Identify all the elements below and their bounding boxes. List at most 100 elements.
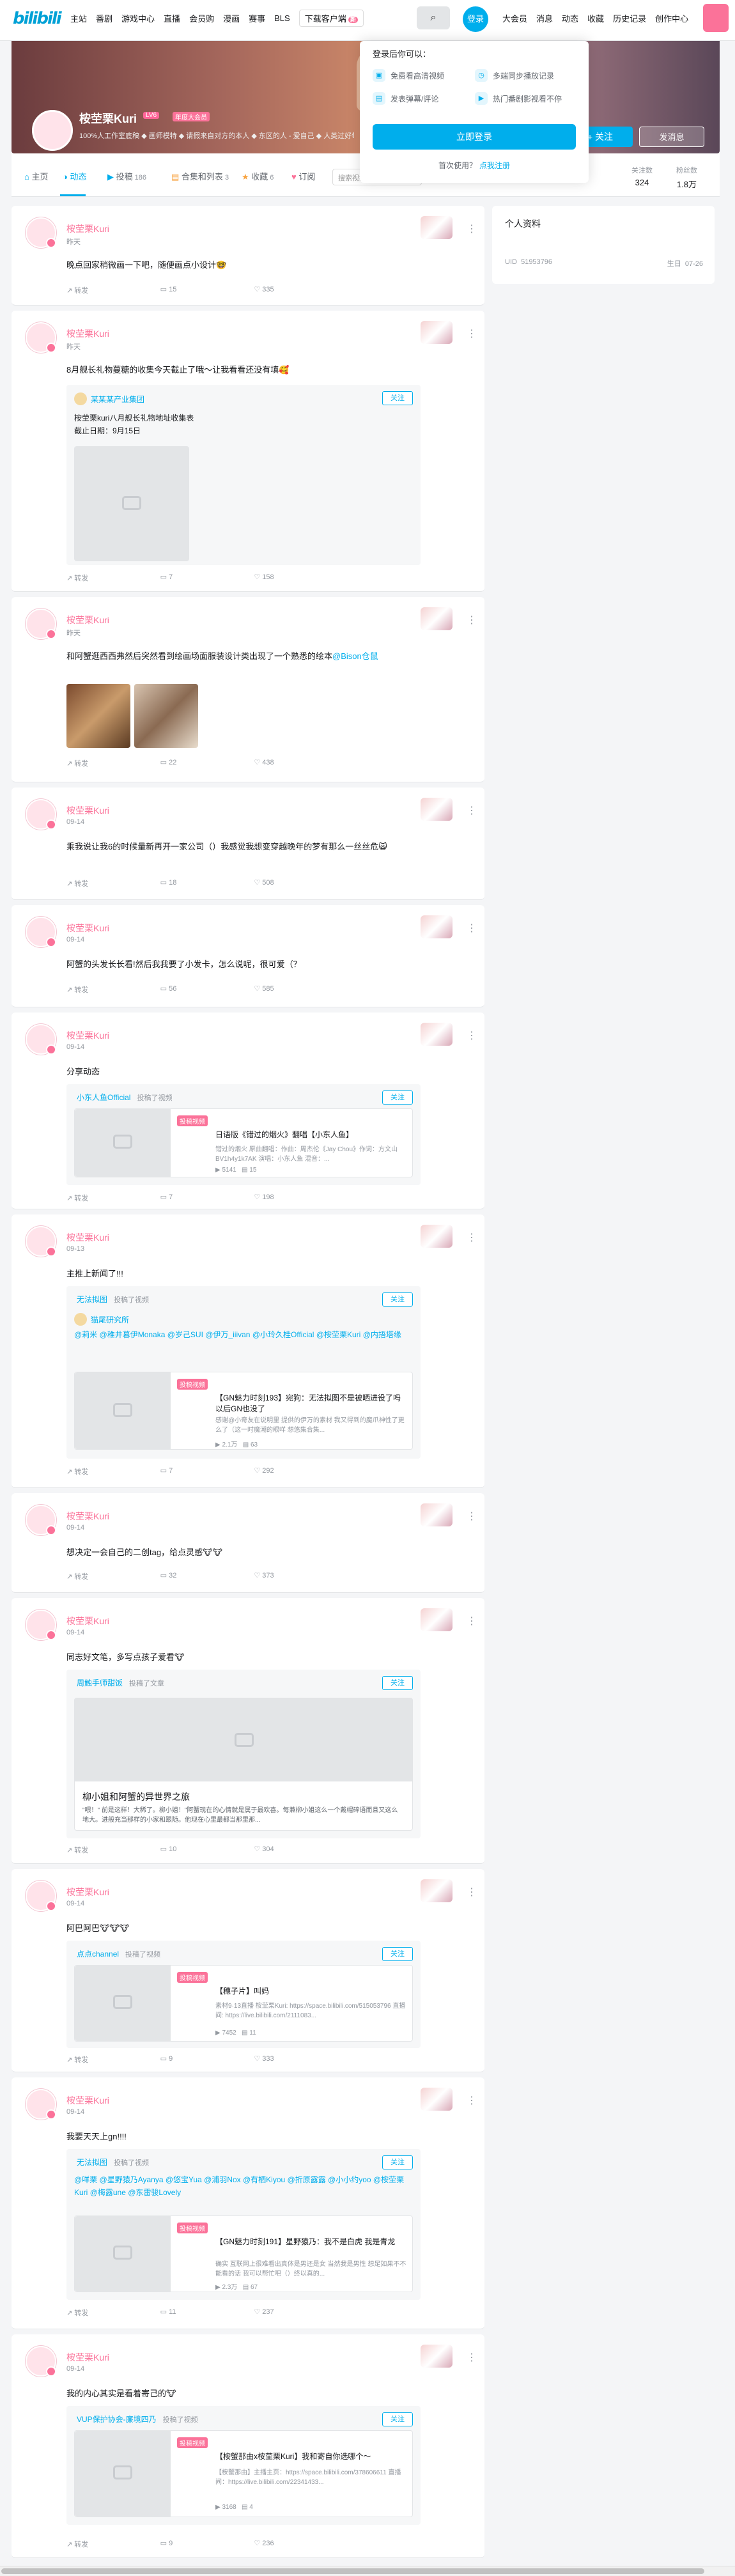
tab-dynamic[interactable]: ◑ 动态	[63, 170, 87, 182]
post-image[interactable]	[66, 684, 130, 748]
mention-link[interactable]: @Bison仓鼠	[332, 651, 378, 661]
author-name[interactable]: 桉茔栗Kuri	[66, 1231, 109, 1244]
like-button[interactable]: ♡ 373	[254, 1571, 348, 1581]
like-button[interactable]: ♡ 198	[254, 1193, 348, 1203]
nav-manga[interactable]: 漫画	[223, 12, 240, 24]
register-link[interactable]: 点我注册	[479, 161, 510, 170]
video-title[interactable]: 【GN魅力时刻193】宛狗：无法拟图不是被晒进役了吗 以后GN也没了	[215, 1393, 407, 1415]
avatar[interactable]	[26, 799, 56, 830]
like-button[interactable]: ♡ 335	[254, 285, 348, 295]
avatar[interactable]	[26, 322, 56, 353]
author-name[interactable]: 桉茔栗Kuri	[66, 2351, 109, 2364]
forwarded-card[interactable]: 点点channel 投稿了视频 关注 投稿视频 【穗子片】叫妈 素材9·13直播 …	[66, 1941, 421, 2048]
comment-button[interactable]: ▭ 22	[160, 758, 254, 768]
nav-main[interactable]: 主站	[70, 12, 87, 24]
avatar[interactable]	[26, 2346, 56, 2377]
image-placeholder[interactable]	[74, 446, 189, 561]
comment-button[interactable]: ▭ 11	[160, 2308, 254, 2318]
more-icon[interactable]: ⋮	[467, 1029, 477, 1042]
like-button[interactable]: ♡ 333	[254, 2054, 348, 2065]
nav-bangumi[interactable]: 番剧	[96, 12, 112, 24]
avatar[interactable]	[26, 609, 56, 639]
video-thumbnail[interactable]	[75, 1372, 171, 1449]
comment-button[interactable]: ▭ 32	[160, 1571, 254, 1581]
more-icon[interactable]: ⋮	[467, 327, 477, 340]
like-button[interactable]: ♡ 304	[254, 1845, 348, 1855]
video-title[interactable]: 【GN魅力时刻191】星野猿乃：我不是白虎 我是青龙	[215, 2237, 407, 2247]
forward-button[interactable]: ↗ 转发	[66, 2054, 160, 2065]
forward-button[interactable]: ↗ 转发	[66, 573, 160, 583]
follow-button[interactable]: 关注	[382, 2155, 413, 2169]
announcement-user[interactable]: 某某某产业集团	[74, 392, 144, 405]
more-icon[interactable]: ⋮	[467, 222, 477, 235]
like-button[interactable]: ♡ 158	[254, 573, 348, 583]
author-name[interactable]: 桉茔栗Kuri	[66, 1029, 109, 1042]
forwarded-card[interactable]: 小东人鱼Official 投稿了视频 关注 投稿视频 日语版《错过的烟火》翻唱【小…	[66, 1084, 421, 1185]
forward-button[interactable]: ↗ 转发	[66, 1466, 160, 1477]
more-icon[interactable]: ⋮	[467, 1615, 477, 1627]
comment-button[interactable]: ▭ 9	[160, 2539, 254, 2549]
avatar[interactable]	[26, 217, 56, 248]
avatar[interactable]	[26, 1505, 56, 1535]
forwarded-card[interactable]: VUP保护协会-廉境四乃 投稿了视频 关注 投稿视频 【桉蟹那由x桉茔栗Kuri】…	[66, 2406, 421, 2525]
forwarded-author[interactable]: 无法拟图 投稿了视频	[77, 1294, 149, 1305]
follow-button[interactable]: 关注	[382, 1947, 413, 1961]
video-card[interactable]: 投稿视频 【穗子片】叫妈 素材9·13直播 桉茔栗Kuri: https://s…	[74, 1965, 413, 2042]
author-name[interactable]: 桉茔栗Kuri	[66, 1510, 109, 1523]
announcement-card[interactable]: 某某某产业集团 关注 桉茔栗kuri八月舰长礼物地址收集表 截止日期：9月15日	[66, 385, 421, 565]
author-name[interactable]: 桉茔栗Kuri	[66, 1615, 109, 1627]
lab-user[interactable]: 猫尾研究所	[74, 1313, 129, 1326]
video-card[interactable]: 投稿视频 【GN魅力时刻191】星野猿乃：我不是白虎 我是青龙 确实 互联网上很…	[74, 2215, 413, 2292]
forwarded-author[interactable]: VUP保护协会-廉境四乃 投稿了视频	[77, 2414, 198, 2425]
message-button[interactable]: 发消息	[639, 127, 704, 147]
comment-button[interactable]: ▭ 10	[160, 1845, 254, 1855]
more-icon[interactable]: ⋮	[467, 1510, 477, 1523]
forwarded-author[interactable]: 小东人鱼Official 投稿了视频	[77, 1092, 172, 1103]
author-name[interactable]: 桉茔栗Kuri	[66, 2094, 109, 2107]
avatar[interactable]	[26, 1881, 56, 1911]
video-thumbnail[interactable]	[75, 2431, 171, 2517]
comment-button[interactable]: ▭ 18	[160, 878, 254, 888]
forward-button[interactable]: ↗ 转发	[66, 1571, 160, 1581]
article-card[interactable]: 柳小姐和阿蟹的异世界之旅 "喂！" 前是这样！大稀了。柳小姐！"阿蟹现在的心情就…	[74, 1698, 413, 1831]
more-icon[interactable]: ⋮	[467, 922, 477, 935]
more-icon[interactable]: ⋮	[467, 614, 477, 626]
tab-collections[interactable]: ▤ 合集和列表 3	[171, 170, 229, 182]
like-button[interactable]: ♡ 237	[254, 2308, 348, 2318]
nav-vip[interactable]: 大会员	[502, 12, 527, 24]
bilibili-logo[interactable]: bilibili	[13, 9, 62, 31]
like-button[interactable]: ♡ 236	[254, 2539, 348, 2549]
tab-favorites[interactable]: ★ 收藏 6	[242, 170, 274, 182]
forward-button[interactable]: ↗ 转发	[66, 878, 160, 888]
follow-button[interactable]: 关注	[382, 1090, 413, 1105]
nav-match[interactable]: 赛事	[249, 12, 265, 24]
avatar[interactable]	[26, 2089, 56, 2120]
login-button[interactable]: 登录	[463, 6, 488, 32]
comment-button[interactable]: ▭ 9	[160, 2054, 254, 2065]
comment-button[interactable]: ▭ 15	[160, 285, 254, 295]
forward-button[interactable]: ↗ 转发	[66, 1193, 160, 1203]
video-card[interactable]: 投稿视频 日语版《错过的烟火》翻唱【小东人鱼】 错过的烟火 原曲翻唱：作曲：周杰…	[74, 1108, 413, 1177]
forwarded-card[interactable]: 无法拟图 投稿了视频 关注 猫尾研究所 @莉米 @稚井暮伊Monaka @岁己SU…	[66, 1286, 421, 1459]
tab-uploads[interactable]: ▶ 投稿 186	[107, 170, 146, 182]
nav-game[interactable]: 游戏中心	[121, 12, 155, 24]
more-icon[interactable]: ⋮	[467, 1231, 477, 1244]
comment-button[interactable]: ▭ 7	[160, 1193, 254, 1203]
forwarded-card[interactable]: 周触手师甜饭 投稿了文章 关注 柳小姐和阿蟹的异世界之旅 "喂！" 前是这样！大稀…	[66, 1670, 421, 1838]
nav-bls[interactable]: BLS	[274, 13, 290, 23]
avatar[interactable]	[26, 1610, 56, 1640]
nav-message[interactable]: 消息	[536, 12, 553, 24]
nav-creator[interactable]: 创作中心	[655, 12, 688, 24]
upload-button[interactable]	[703, 4, 729, 32]
forward-button[interactable]: ↗ 转发	[66, 2539, 160, 2549]
nav-shop[interactable]: 会员购	[189, 12, 214, 24]
nav-favorites[interactable]: 收藏	[587, 12, 604, 24]
more-icon[interactable]: ⋮	[467, 2351, 477, 2364]
profile-avatar[interactable]	[32, 110, 73, 151]
author-name[interactable]: 桉茔栗Kuri	[66, 1886, 109, 1898]
forwarded-author[interactable]: 无法拟图 投稿了视频	[77, 2157, 149, 2168]
like-button[interactable]: ♡ 438	[254, 758, 348, 768]
video-title[interactable]: 【桉蟹那由x桉茔栗Kuri】我和寄自你选哪个～	[215, 2451, 407, 2462]
author-name[interactable]: 桉茔栗Kuri	[66, 614, 109, 626]
post-image[interactable]	[134, 684, 198, 748]
